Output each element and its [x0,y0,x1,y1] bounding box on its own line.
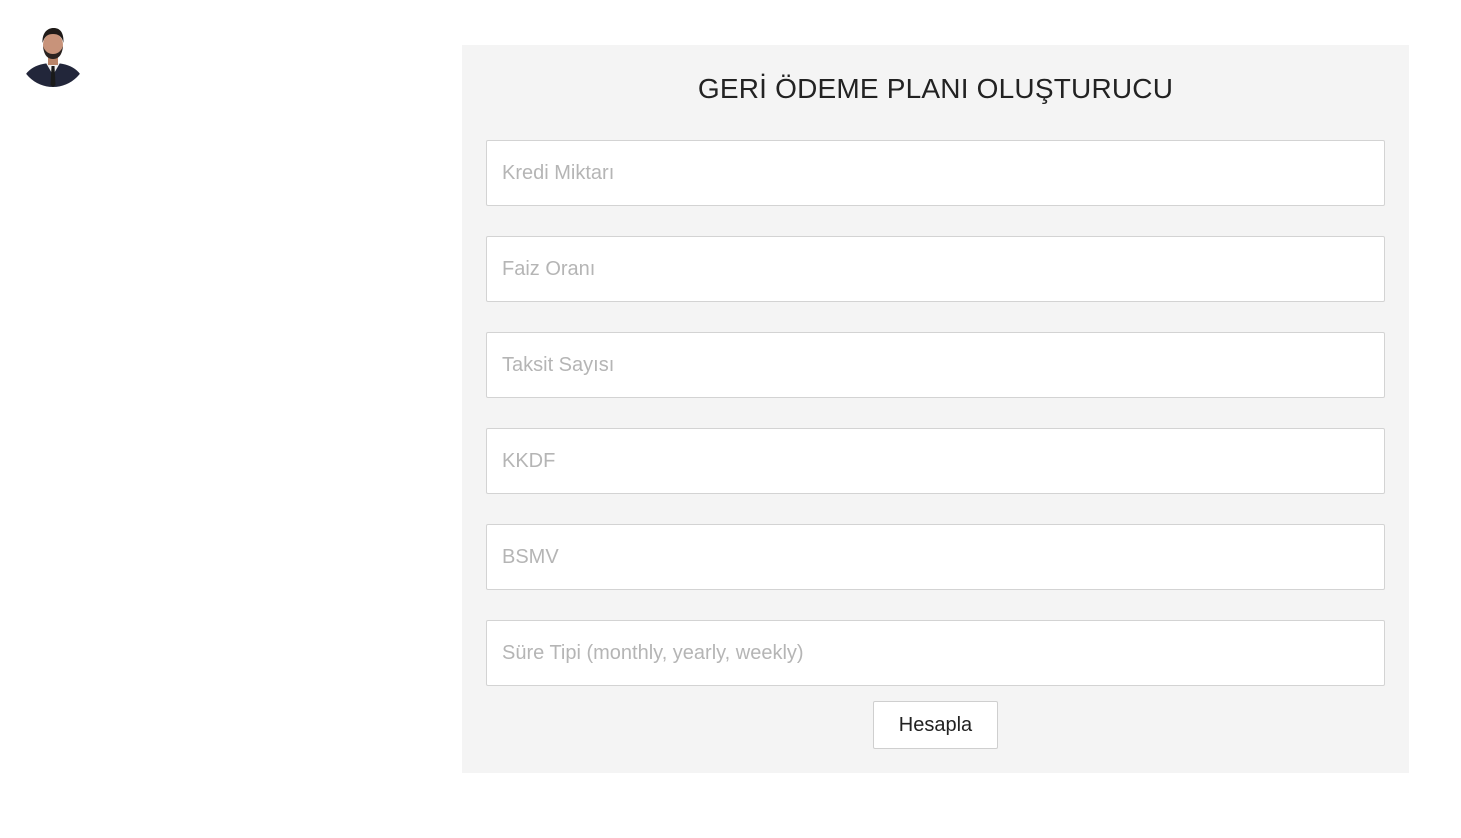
bsmv-input[interactable] [486,524,1385,590]
avatar[interactable] [19,19,87,87]
loan-amount-input[interactable] [486,140,1385,206]
calculate-button[interactable]: Hesapla [873,701,998,749]
repayment-plan-panel: GERİ ÖDEME PLANI OLUŞTURUCU Hesapla [462,45,1409,773]
installment-count-input[interactable] [486,332,1385,398]
period-type-input[interactable] [486,620,1385,686]
page-title: GERİ ÖDEME PLANI OLUŞTURUCU [697,73,1174,104]
kkdf-input[interactable] [486,428,1385,494]
profile-photo-icon [19,19,87,87]
interest-rate-input[interactable] [486,236,1385,302]
